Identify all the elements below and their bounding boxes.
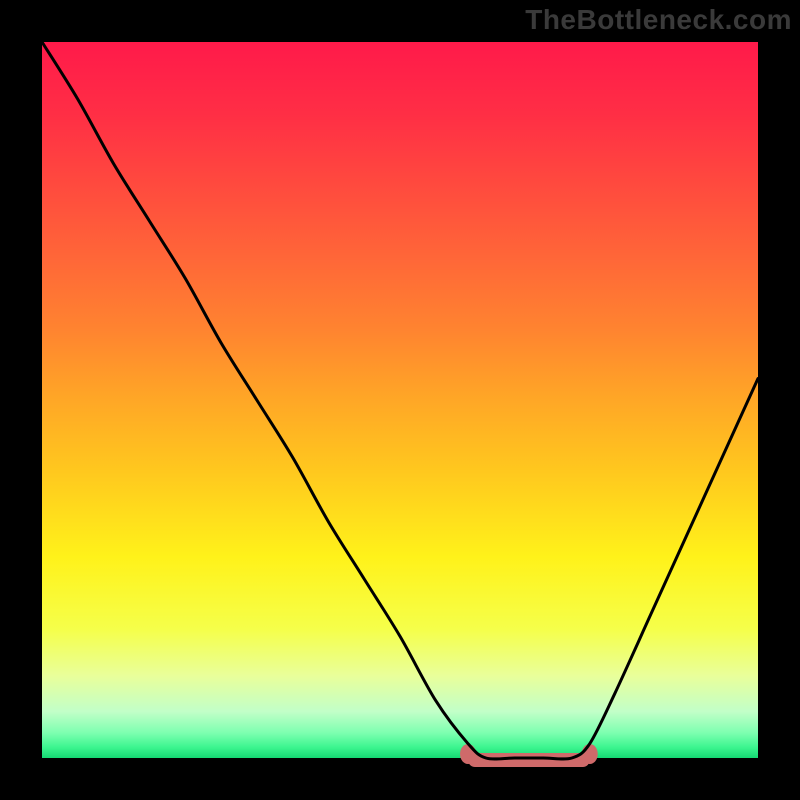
attribution-watermark: TheBottleneck.com: [525, 4, 792, 36]
bottleneck-chart: [0, 0, 800, 800]
chart-frame: TheBottleneck.com: [0, 0, 800, 800]
sweet-spot-dot-left: [460, 744, 476, 764]
sweet-spot-dot-right: [582, 744, 598, 764]
gradient-background: [42, 42, 758, 758]
sweet-spot-bar: [468, 753, 590, 767]
